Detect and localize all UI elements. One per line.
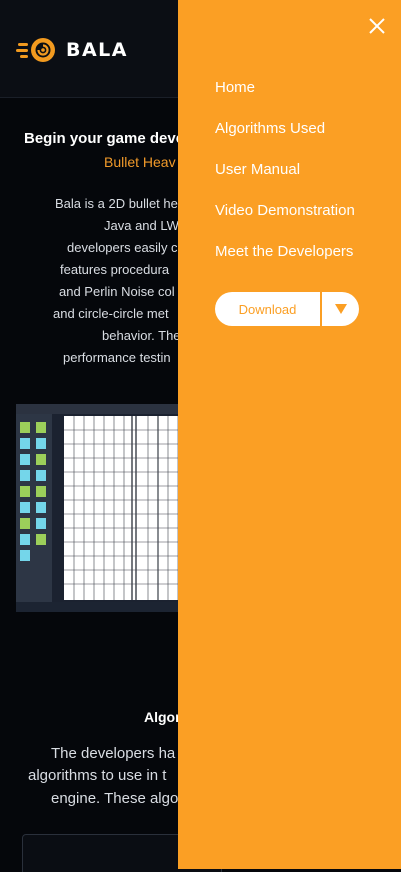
- description-line: features procedura: [60, 262, 170, 277]
- tile: [20, 438, 30, 449]
- tile: [36, 422, 46, 433]
- logo[interactable]: BALA: [16, 36, 128, 64]
- tile: [20, 486, 30, 497]
- tile: [20, 534, 30, 545]
- tile: [36, 470, 46, 481]
- tile: [36, 518, 46, 529]
- tile: [20, 454, 30, 465]
- description-line: and Perlin Noise col: [59, 284, 175, 299]
- screenshot-grid: [64, 416, 191, 600]
- description-line: developers easily c: [67, 240, 178, 255]
- tile: [20, 518, 30, 529]
- description-line: performance testin: [63, 350, 171, 365]
- close-button[interactable]: [367, 16, 387, 36]
- brand-name: BALA: [66, 39, 128, 61]
- page: BALA Begin your game devel Bullet Heav B…: [0, 0, 401, 872]
- tile: [20, 550, 30, 561]
- download-button[interactable]: Download: [215, 302, 320, 317]
- engine-screenshot: [16, 404, 191, 612]
- tile: [20, 470, 30, 481]
- tile: [36, 534, 46, 545]
- tile: [20, 502, 30, 513]
- description-line: Bala is a 2D bullet he: [55, 196, 178, 211]
- nav-item-home[interactable]: Home: [215, 79, 255, 96]
- nav-item-algorithms-used[interactable]: Algorithms Used: [215, 120, 325, 137]
- hero-title: Begin your game devel: [24, 130, 189, 147]
- tile: [36, 454, 46, 465]
- algorithms-line: algorithms to use in t: [28, 767, 167, 784]
- nav-drawer: Home Algorithms Used User Manual Video D…: [178, 0, 401, 869]
- hero-subtitle: Bullet Heav: [104, 154, 176, 170]
- bala-logo-icon: [16, 38, 55, 62]
- close-icon: [369, 18, 385, 34]
- algorithms-line: engine. These algo: [51, 790, 179, 807]
- nav-item-video-demonstration[interactable]: Video Demonstration: [215, 202, 355, 219]
- tile: [20, 422, 30, 433]
- nav-item-user-manual[interactable]: User Manual: [215, 161, 300, 178]
- description-line: and circle-circle met: [53, 306, 169, 321]
- caret-down-icon: [334, 304, 347, 314]
- download-dropdown-toggle[interactable]: [322, 292, 359, 326]
- screenshot-titlebar: [16, 404, 191, 414]
- algorithms-title: Algor: [144, 709, 181, 725]
- algorithms-line: The developers ha: [51, 745, 176, 762]
- download-split-button: Download: [215, 292, 359, 326]
- screenshot-taskbar: [16, 602, 191, 612]
- tile: [36, 438, 46, 449]
- tile: [36, 502, 46, 513]
- tile: [36, 486, 46, 497]
- nav-item-meet-the-developers[interactable]: Meet the Developers: [215, 243, 353, 260]
